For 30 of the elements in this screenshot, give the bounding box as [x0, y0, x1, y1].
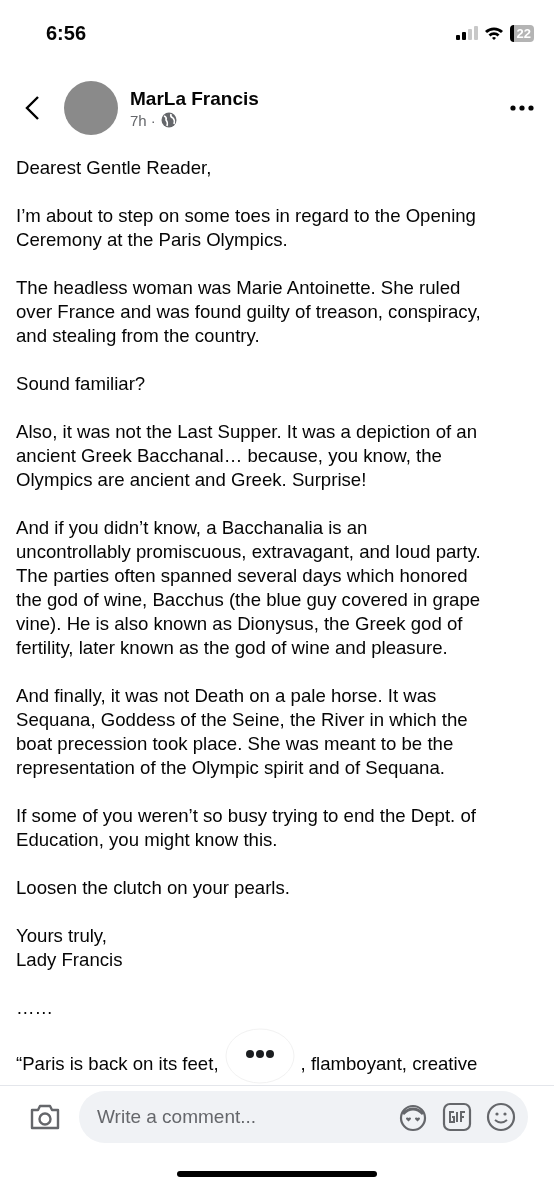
signal-icon: [455, 26, 478, 40]
post-paragraph: If some of you weren’t so busy trying to end the Dept. of Education, you might know this.: [16, 804, 477, 852]
post-paragraph: Dearest Gentle Reader,: [16, 156, 213, 180]
battery-indicator: 22: [509, 24, 534, 42]
post-text: “Paris is back on its feet,: [16, 1052, 219, 1076]
globe-icon: [160, 112, 177, 128]
camera-icon[interactable]: [29, 1103, 61, 1131]
comment-box[interactable]: Write a comment...: [79, 1091, 528, 1143]
avatar-sticker-icon[interactable]: [398, 1102, 428, 1132]
back-icon[interactable]: [24, 95, 40, 121]
more-options-icon[interactable]: [510, 105, 534, 111]
post-paragraph: Sound familiar?: [16, 372, 147, 396]
status-time: 6:56: [46, 21, 87, 45]
post-paragraph: I’m about to step on some toes in regard to the Opening Ceremony at the Paris Olympics.: [16, 204, 477, 252]
emoji-icon[interactable]: [486, 1102, 516, 1132]
post-paragraph: And if you didn’t know, a Bacchanalia is an uncontrollably promiscuous, extravagant, and loud party. The parties often spanned several days which honored the god of wine, Bacchus (the blue guy covered in grape vine). He is also known as Dionysus, the Greek god of fertility, later known as the god of wine and pleasure.: [16, 516, 482, 660]
post-paragraph: ……: [16, 996, 55, 1020]
post-paragraph: Yours truly, Lady Francis: [16, 924, 124, 972]
post-paragraph: And finally, it was not Death on a pale horse. It was Sequana, Goddess of the Seine, the River in which the boat precession took place. She was meant to be the representation of the Olympic spirit and of Sequana.: [16, 684, 469, 780]
post-paragraph: The headless woman was Marie Antoinette. She ruled over France and was found guilty of treason, conspiracy, and stealing from the country.: [16, 276, 482, 348]
author-name[interactable]: MarLa Francis: [130, 87, 510, 110]
post-paragraph: Also, it was not the Last Supper. It was a depiction of an ancient Greek Bacchanal… because, you know, the Olympics are ancient and Greek. Surprise!: [16, 420, 478, 492]
post-paragraph: Loosen the clutch on your pearls.: [16, 876, 291, 900]
avatar[interactable]: [64, 81, 118, 135]
post-time: 7h ·: [130, 111, 156, 129]
gif-icon[interactable]: [442, 1102, 472, 1132]
typing-indicator-icon: [224, 1028, 295, 1084]
post-text: , flamboyant, creative: [300, 1052, 478, 1076]
wifi-icon: [483, 25, 504, 41]
comment-field[interactable]: Write a comment...: [95, 1105, 384, 1129]
